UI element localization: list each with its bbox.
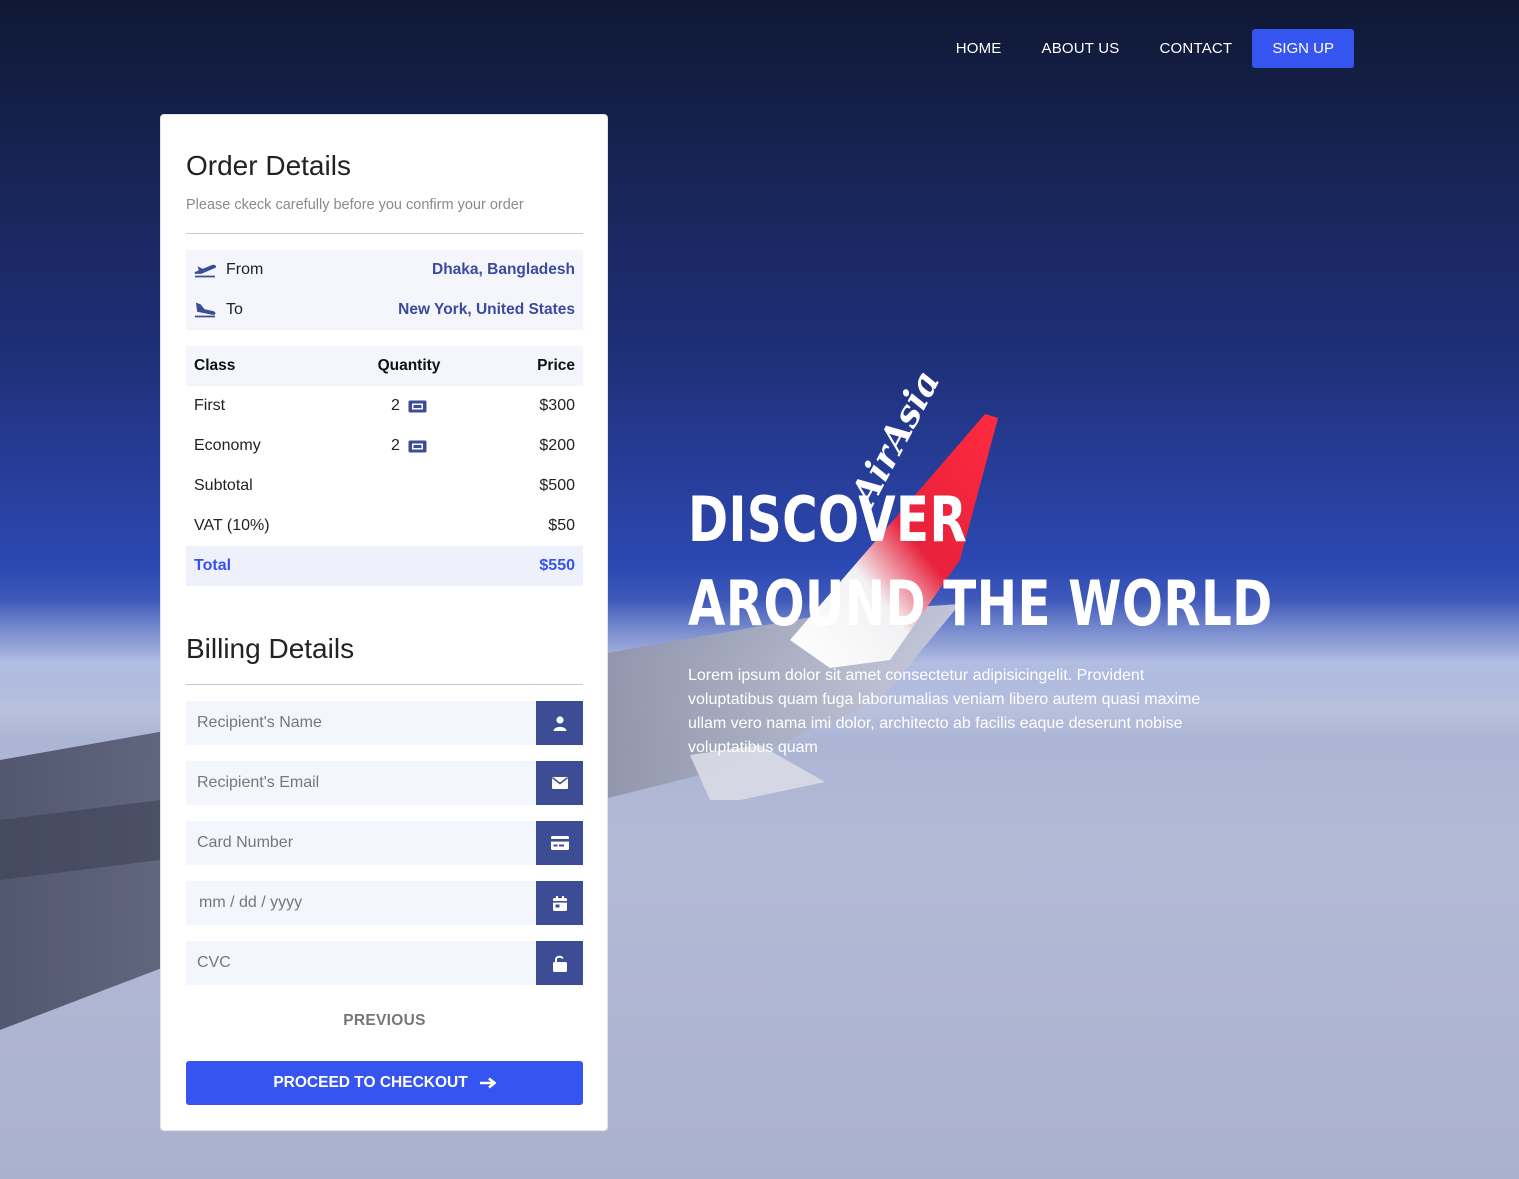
vat-row: VAT (10%) $50 [186, 506, 583, 546]
row-price: $200 [539, 437, 575, 454]
nav-home[interactable]: HOME [936, 29, 1022, 68]
order-details-title: Order Details [186, 150, 351, 181]
header-class: Class [194, 357, 236, 374]
table-header-row: Class Quantity Price [186, 346, 583, 386]
row-quantity: 2 [344, 397, 474, 415]
plane-arrival-icon [194, 301, 216, 319]
total-label: Total [194, 557, 232, 574]
ticket-icon [408, 440, 427, 452]
from-value: Dhaka, Bangladesh [432, 261, 575, 278]
from-label: From [226, 261, 264, 278]
subtotal-row: Subtotal $500 [186, 466, 583, 506]
quantity-value: 2 [391, 437, 400, 454]
proceed-to-checkout-button[interactable]: PROCEED TO CHECKOUT [186, 1061, 583, 1105]
order-details-subtitle: Please ckeck carefully before you confir… [186, 197, 524, 213]
divider [186, 233, 583, 234]
table-row: Economy 2 $200 [186, 426, 583, 466]
date-input[interactable] [186, 881, 536, 925]
card-number-input[interactable] [186, 821, 536, 865]
subtotal-value: $500 [539, 477, 575, 494]
hero-heading-line2: AROUND THE WORLD [688, 567, 1273, 640]
to-value: New York, United States [398, 301, 575, 318]
date-field [186, 881, 583, 925]
calendar-icon [536, 881, 583, 925]
vat-label: VAT (10%) [194, 517, 270, 534]
route-from-row: From Dhaka, Bangladesh [186, 250, 583, 290]
previous-button[interactable]: PREVIOUS [186, 1012, 583, 1030]
hero-heading-line1: DISCOVER [688, 483, 968, 556]
vat-value: $50 [548, 517, 575, 534]
cvc-field [186, 941, 583, 985]
row-price: $300 [539, 397, 575, 414]
sign-up-button[interactable]: SIGN UP [1252, 29, 1354, 68]
row-quantity: 2 [344, 437, 474, 455]
checkout-card: Order Details Please ckeck carefully bef… [160, 114, 608, 1131]
hero-heading: DISCOVER AROUND THE WORLD [688, 478, 1273, 646]
recipient-email-input[interactable] [186, 761, 536, 805]
row-class: Economy [194, 437, 261, 454]
header-quantity: Quantity [377, 357, 441, 374]
ticket-icon [408, 400, 427, 412]
checkout-label: PROCEED TO CHECKOUT [273, 1074, 468, 1091]
order-table: Class Quantity Price First 2 $300 Econom… [186, 346, 583, 586]
unlock-icon [536, 941, 583, 985]
divider [186, 684, 583, 685]
to-label: To [226, 301, 243, 318]
top-nav: HOME ABOUT US CONTACT SIGN UP [936, 29, 1354, 68]
cvc-input[interactable] [186, 941, 536, 985]
header-price: Price [537, 357, 575, 374]
subtotal-label: Subtotal [194, 477, 253, 494]
recipient-email-field [186, 761, 583, 805]
arrow-right-icon [479, 1077, 496, 1089]
route-summary: From Dhaka, Bangladesh To New York, Unit… [186, 250, 583, 330]
card-number-field [186, 821, 583, 865]
table-row: First 2 $300 [186, 386, 583, 426]
total-row: Total $550 [186, 546, 583, 586]
envelope-icon [536, 761, 583, 805]
hero-section: DISCOVER AROUND THE WORLD Lorem ipsum do… [688, 478, 1438, 760]
route-to-row: To New York, United States [186, 290, 583, 330]
recipient-name-input[interactable] [186, 701, 536, 745]
user-icon [536, 701, 583, 745]
credit-card-icon [536, 821, 583, 865]
total-value: $550 [539, 557, 575, 574]
nav-about-us[interactable]: ABOUT US [1022, 29, 1140, 68]
billing-details-title: Billing Details [186, 633, 355, 664]
quantity-value: 2 [391, 397, 400, 414]
hero-description: Lorem ipsum dolor sit amet consectetur a… [688, 667, 1201, 756]
recipient-name-field [186, 701, 583, 745]
row-class: First [194, 397, 226, 414]
nav-contact[interactable]: CONTACT [1140, 29, 1253, 68]
plane-departure-icon [194, 261, 216, 279]
